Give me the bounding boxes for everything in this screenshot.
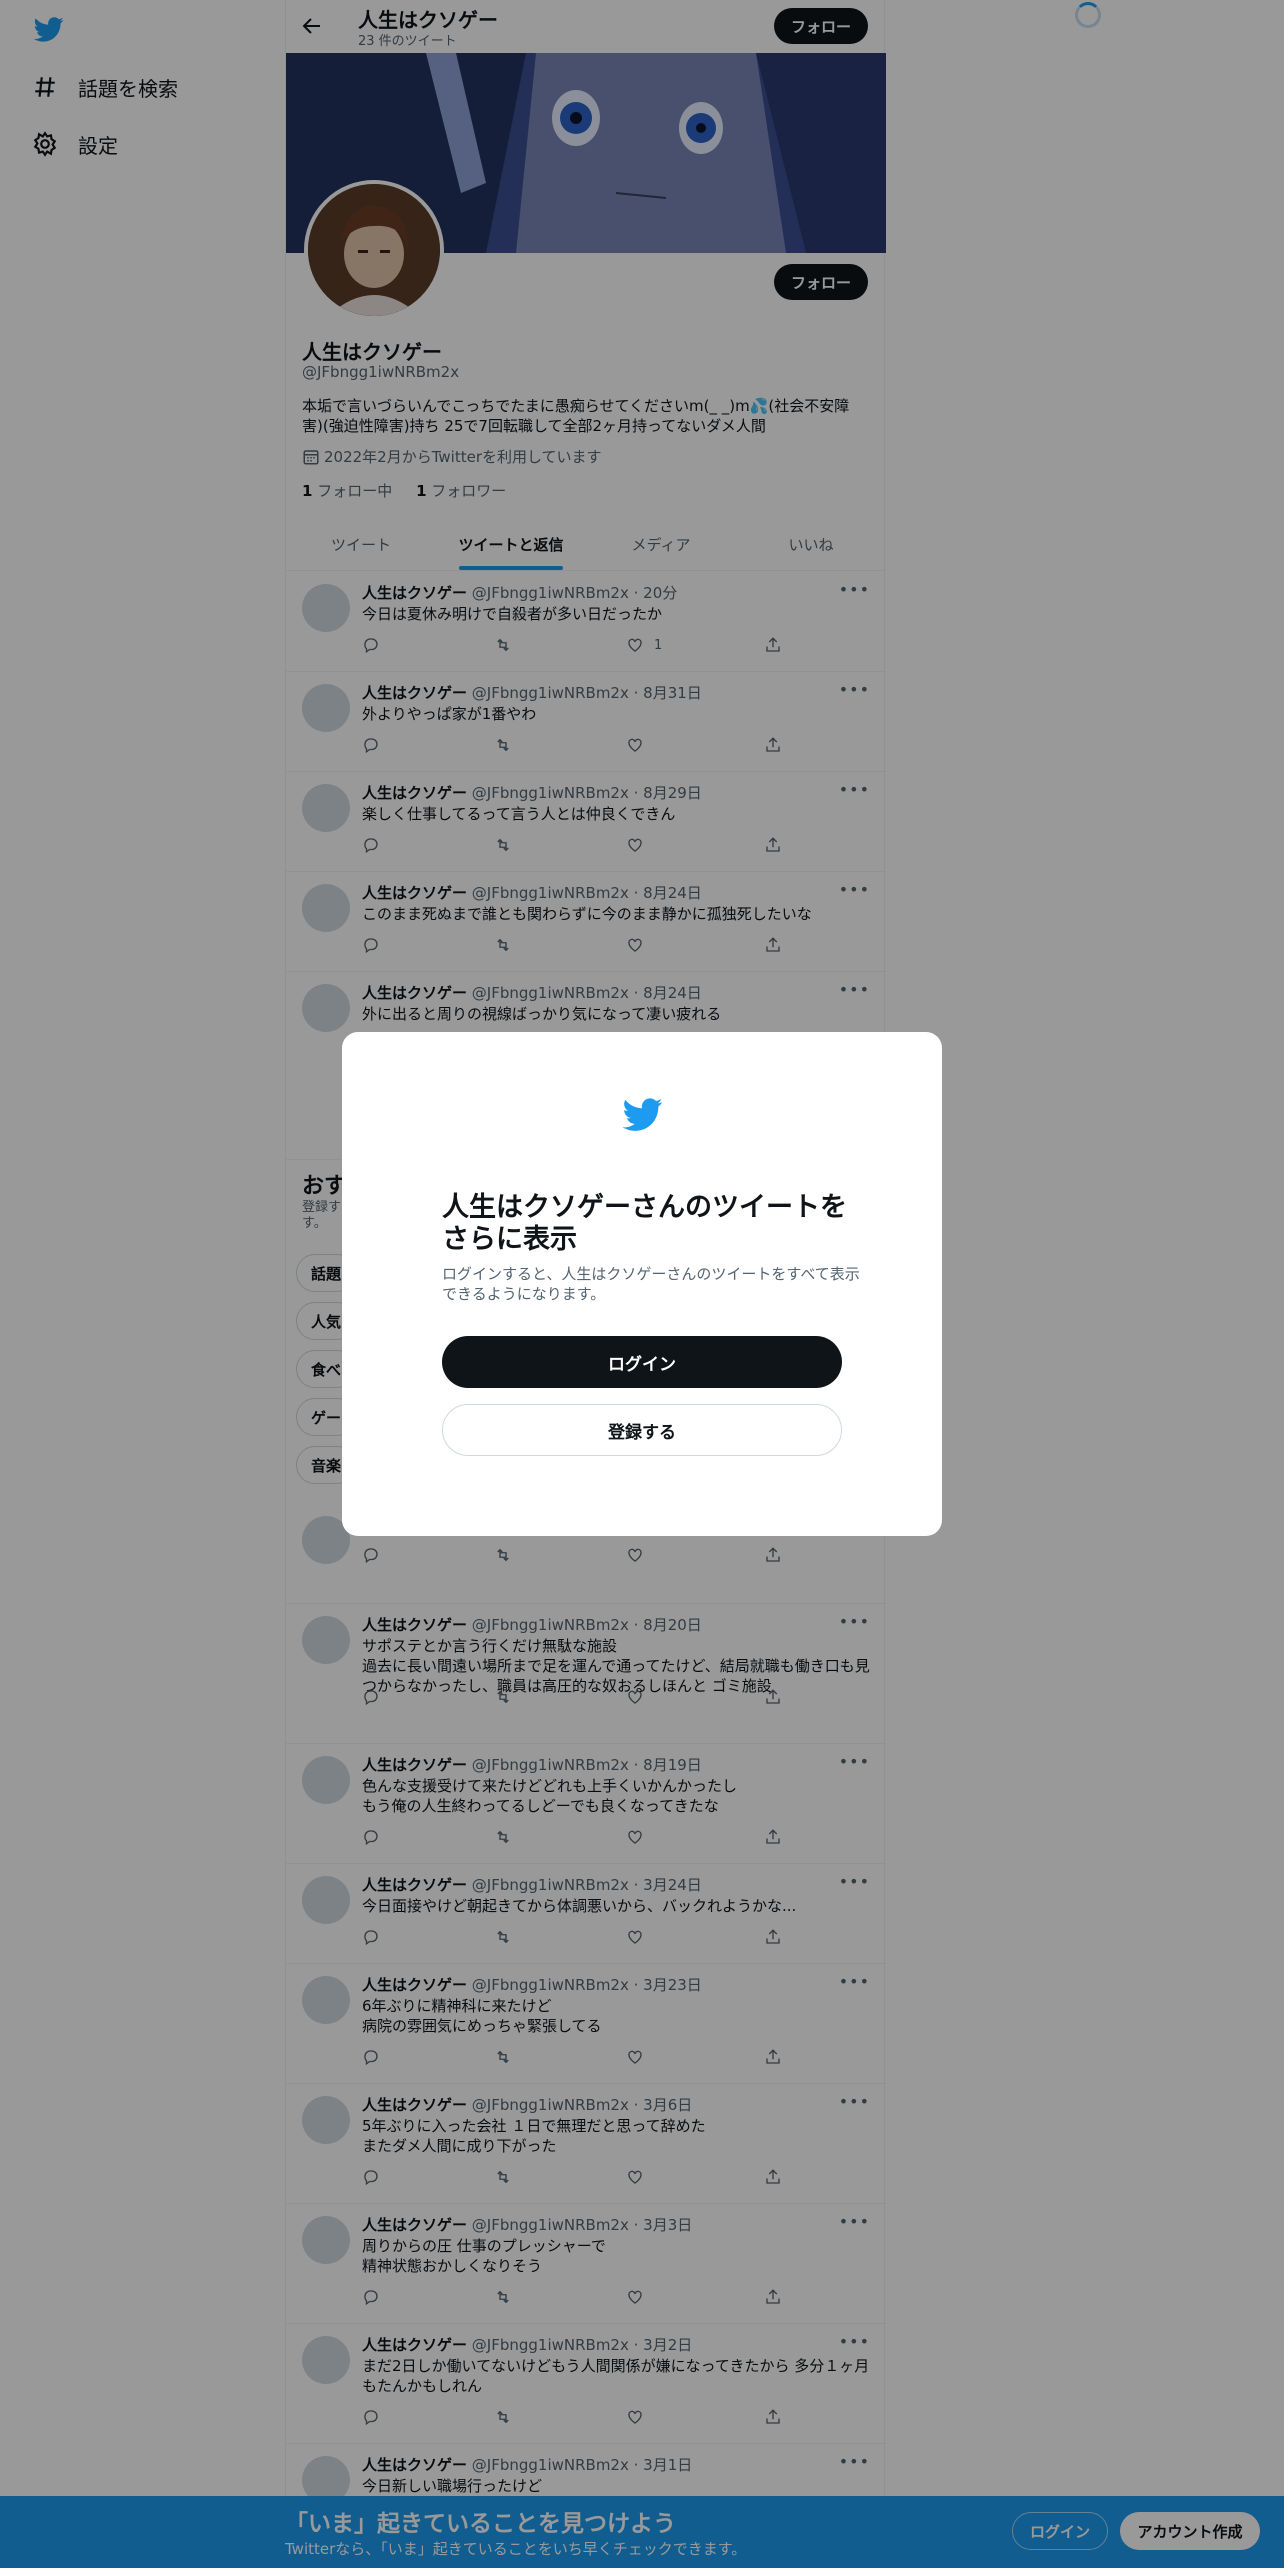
modal-title: 人生はクソゲーさんのツイートをさらに表示 [442,1192,847,1255]
twitter-logo-icon [622,1098,663,1131]
login-prompt-modal: 人生はクソゲーさんのツイートをさらに表示 ログインすると、人生はクソゲーさんのツ… [342,1032,942,1536]
modal-signup-button[interactable]: 登録する [442,1404,842,1456]
modal-description: ログインすると、人生はクソゲーさんのツイートをすべて表示できるようになります。 [442,1265,860,1303]
modal-login-button[interactable]: ログイン [442,1336,842,1388]
